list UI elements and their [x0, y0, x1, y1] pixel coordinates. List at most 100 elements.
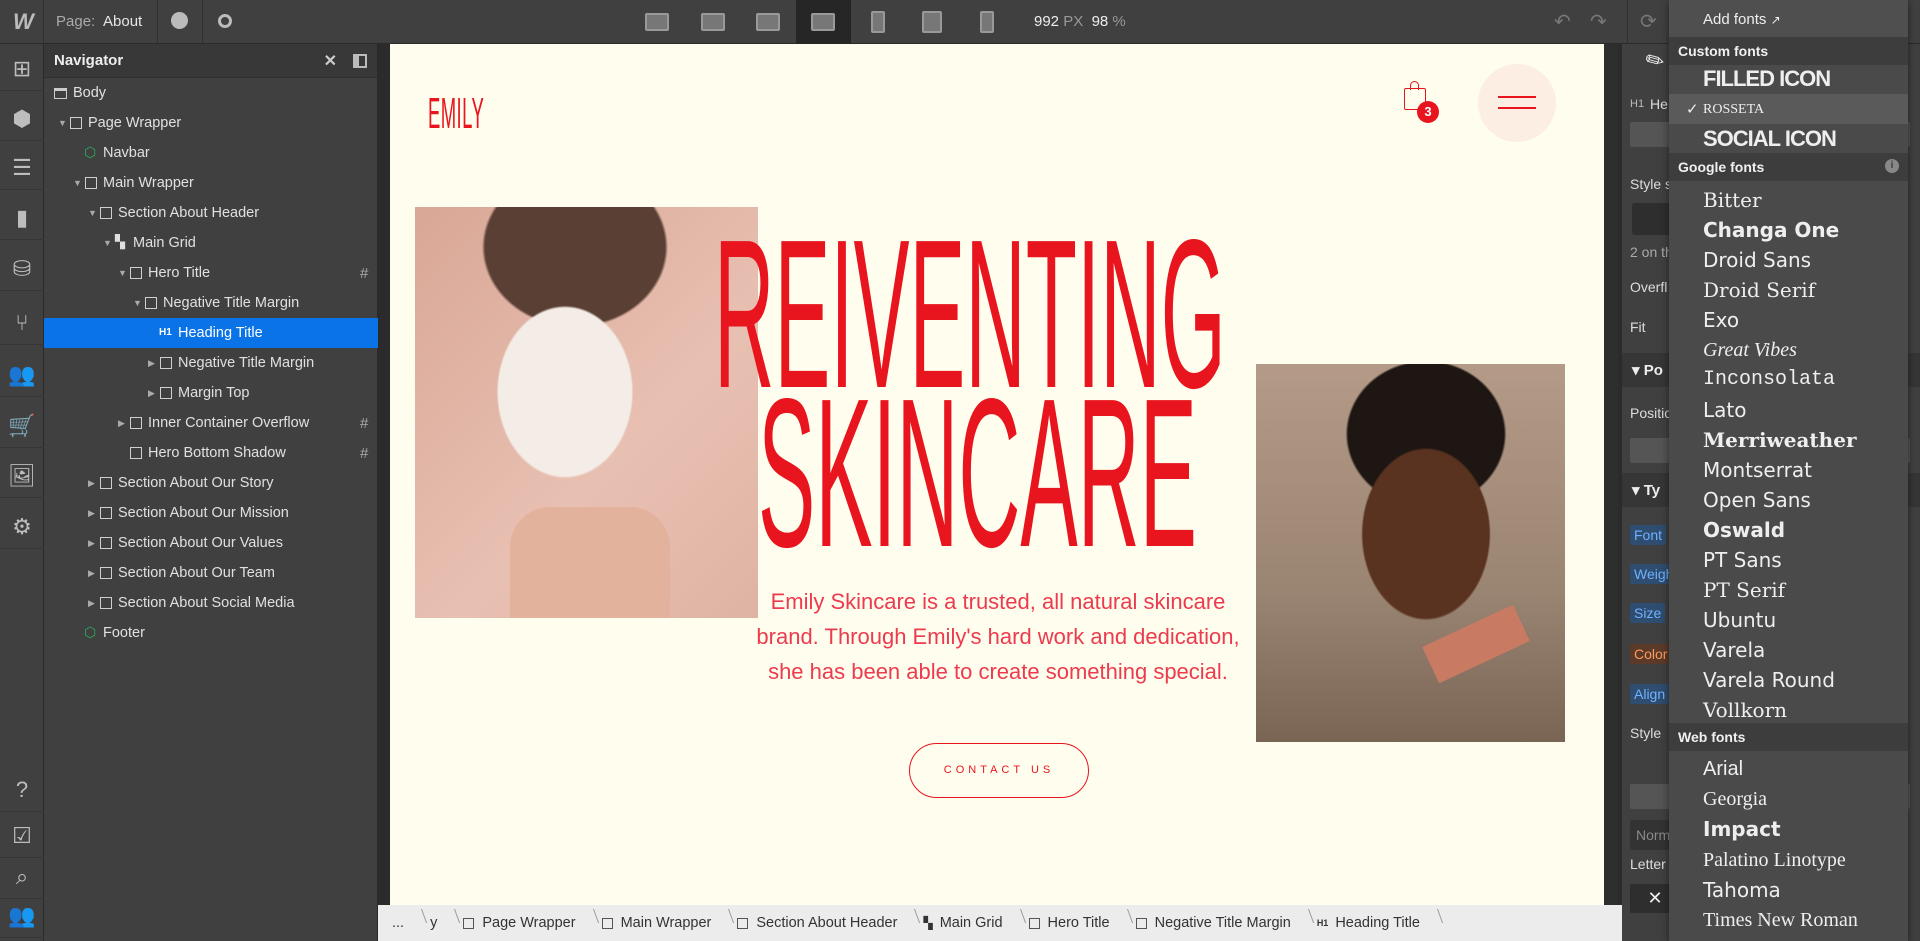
caret-right-icon[interactable]: ▶ [88, 478, 95, 489]
font-option[interactable]: Exo [1703, 305, 1739, 335]
font-option[interactable]: Droid Sans [1703, 245, 1811, 275]
font-option[interactable]: Inconsolata [1703, 365, 1835, 395]
breadcrumb-item[interactable]: y [416, 905, 449, 941]
navigator-item[interactable]: ▶ Negative Title Margin [44, 348, 378, 378]
undo-icon[interactable]: ↶ [1554, 9, 1571, 34]
navigator-item[interactable]: ▶ Section About Our Mission [44, 498, 378, 528]
font-option[interactable]: Changa One [1703, 215, 1839, 245]
navigator-item[interactable]: ⬡ Footer [44, 618, 378, 648]
cms-icon[interactable]: ⛁ [0, 247, 44, 291]
refresh-icon[interactable]: ⟳ [1640, 9, 1657, 34]
font-option[interactable]: Arial [1703, 754, 1743, 784]
menu-button[interactable] [1478, 64, 1556, 142]
close-icon[interactable]: ✕ [324, 51, 337, 71]
caret-right-icon[interactable]: ▶ [88, 508, 95, 519]
breadcrumb-item[interactable]: H1 Heading Title [1303, 905, 1432, 941]
font-option[interactable]: FILLED ICON [1703, 64, 1831, 94]
navigator-item[interactable]: ▼ Section About Header [44, 198, 378, 228]
font-option[interactable]: SOCIAL ICON [1703, 124, 1837, 154]
font-option[interactable]: Montserrat [1703, 455, 1812, 485]
caret-down-icon[interactable]: ▼ [73, 178, 82, 188]
font-option[interactable]: Georgia [1703, 784, 1767, 814]
desktop-xl-icon[interactable] [645, 13, 669, 31]
paintbrush-icon[interactable]: ✎ [1641, 45, 1670, 77]
webflow-logo[interactable]: W [13, 9, 34, 35]
caret-right-icon[interactable]: ▶ [88, 538, 95, 549]
tablet-icon[interactable] [871, 11, 885, 33]
navigator-item[interactable]: ▼ ▚ Main Grid [44, 228, 378, 258]
redo-icon[interactable]: ↷ [1590, 9, 1607, 34]
grid-settings-icon[interactable]: # [360, 265, 368, 282]
caret-right-icon[interactable]: ▶ [88, 598, 95, 609]
breadcrumb-item[interactable]: Section About Header [723, 905, 909, 941]
caret-right-icon[interactable]: ▶ [88, 568, 95, 579]
caret-down-icon[interactable]: ▼ [88, 208, 97, 218]
font-option[interactable]: Great Vibes [1703, 335, 1797, 365]
navigator-item[interactable]: ▶ Inner Container Overflow # [44, 408, 378, 438]
design-canvas[interactable]: EMILY 3 REIVENTING SKINCARE Emily Skinca… [390, 44, 1604, 905]
info-icon[interactable]: i [1885, 159, 1899, 173]
mobile-landscape-icon[interactable] [922, 11, 942, 33]
breadcrumb-item[interactable]: Negative Title Margin [1122, 905, 1303, 941]
breadcrumb-item[interactable]: Page Wrapper [449, 905, 587, 941]
font-option[interactable]: Bitter [1703, 185, 1762, 215]
preview-eye-icon[interactable] [218, 14, 232, 28]
add-fonts-link[interactable]: Add fonts ↗ [1669, 0, 1908, 37]
font-option[interactable]: Lato [1703, 395, 1746, 425]
grid-settings-icon[interactable]: # [360, 445, 368, 462]
breadcrumb-item[interactable]: ... [378, 905, 416, 941]
navigator-item[interactable]: ▼ Main Wrapper [44, 168, 378, 198]
site-logo[interactable]: EMILY [428, 89, 484, 139]
add-icon[interactable]: ⊞ [0, 47, 44, 91]
canvas-scrollbar[interactable] [1604, 44, 1618, 905]
navigator-item[interactable]: ▶ Section About Our Values [44, 528, 378, 558]
font-option[interactable]: Oswald [1703, 515, 1785, 545]
collaborators-icon[interactable]: 👥 [0, 894, 44, 938]
breadcrumb-item[interactable]: Hero Title [1015, 905, 1122, 941]
mobile-portrait-icon[interactable] [980, 11, 994, 33]
navigator-item[interactable]: ▶ Margin Top [44, 378, 378, 408]
font-option[interactable]: Open Sans [1703, 485, 1811, 515]
pages-icon[interactable]: ▮ [0, 196, 44, 240]
page-selector[interactable]: About [103, 13, 142, 30]
font-option[interactable]: Times New Roman [1703, 905, 1858, 935]
font-option[interactable]: PT Sans [1703, 545, 1782, 575]
ecommerce-icon[interactable]: 🛒 [0, 404, 44, 448]
font-option[interactable]: Varela [1703, 635, 1765, 665]
font-option[interactable]: Varela Round [1703, 665, 1835, 695]
hero-heading-line2[interactable]: SKINCARE [758, 367, 1197, 579]
desktop-icon[interactable] [756, 13, 780, 31]
navigator-item[interactable]: ▶ Section About Our Team [44, 558, 378, 588]
dock-panel-icon[interactable] [353, 53, 367, 68]
navigator-item[interactable]: H1 Heading Title [44, 318, 378, 348]
desktop-large-icon[interactable] [701, 13, 725, 31]
navigator-item[interactable]: ▼ Hero Title # [44, 258, 378, 288]
caret-down-icon[interactable]: ▼ [58, 118, 67, 128]
caret-down-icon[interactable]: ▼ [118, 268, 127, 278]
navigator-icon[interactable]: ☰ [0, 146, 44, 190]
desktop-base-icon[interactable] [811, 13, 835, 31]
tasks-icon[interactable]: ☑ [0, 814, 44, 858]
font-option[interactable]: Vollkorn [1703, 695, 1787, 725]
navigator-item[interactable]: Body [44, 78, 378, 108]
font-option[interactable]: Palatino Linotype [1703, 845, 1846, 875]
assets-icon[interactable]: 🖼 [0, 454, 44, 498]
navigator-item[interactable]: ▼ Page Wrapper [44, 108, 378, 138]
navigator-item[interactable]: Hero Bottom Shadow # [44, 438, 378, 468]
navigator-item[interactable]: ⬡ Navbar [44, 138, 378, 168]
font-option[interactable]: Droid Serif [1703, 275, 1815, 305]
caret-down-icon[interactable]: ▼ [103, 238, 112, 248]
breadcrumb-item[interactable]: Main Wrapper [588, 905, 724, 941]
users-icon[interactable]: 👥 [0, 353, 44, 397]
components-icon[interactable]: ⬢ [0, 97, 44, 141]
navigator-item[interactable]: ▶ Section About Social Media [44, 588, 378, 618]
breadcrumb-item[interactable]: ▚ Main Grid [909, 905, 1014, 941]
contact-us-button[interactable]: CONTACT US [909, 743, 1089, 798]
breakpoint-style-button[interactable] [1632, 203, 1672, 235]
font-option[interactable]: Tahoma [1703, 875, 1781, 905]
font-option[interactable]: Impact [1703, 814, 1781, 844]
font-option[interactable]: PT Serif [1703, 575, 1785, 605]
font-option[interactable]: ROSSETA [1703, 95, 1764, 125]
caret-right-icon[interactable]: ▶ [148, 358, 155, 369]
caret-right-icon[interactable]: ▶ [118, 418, 125, 429]
